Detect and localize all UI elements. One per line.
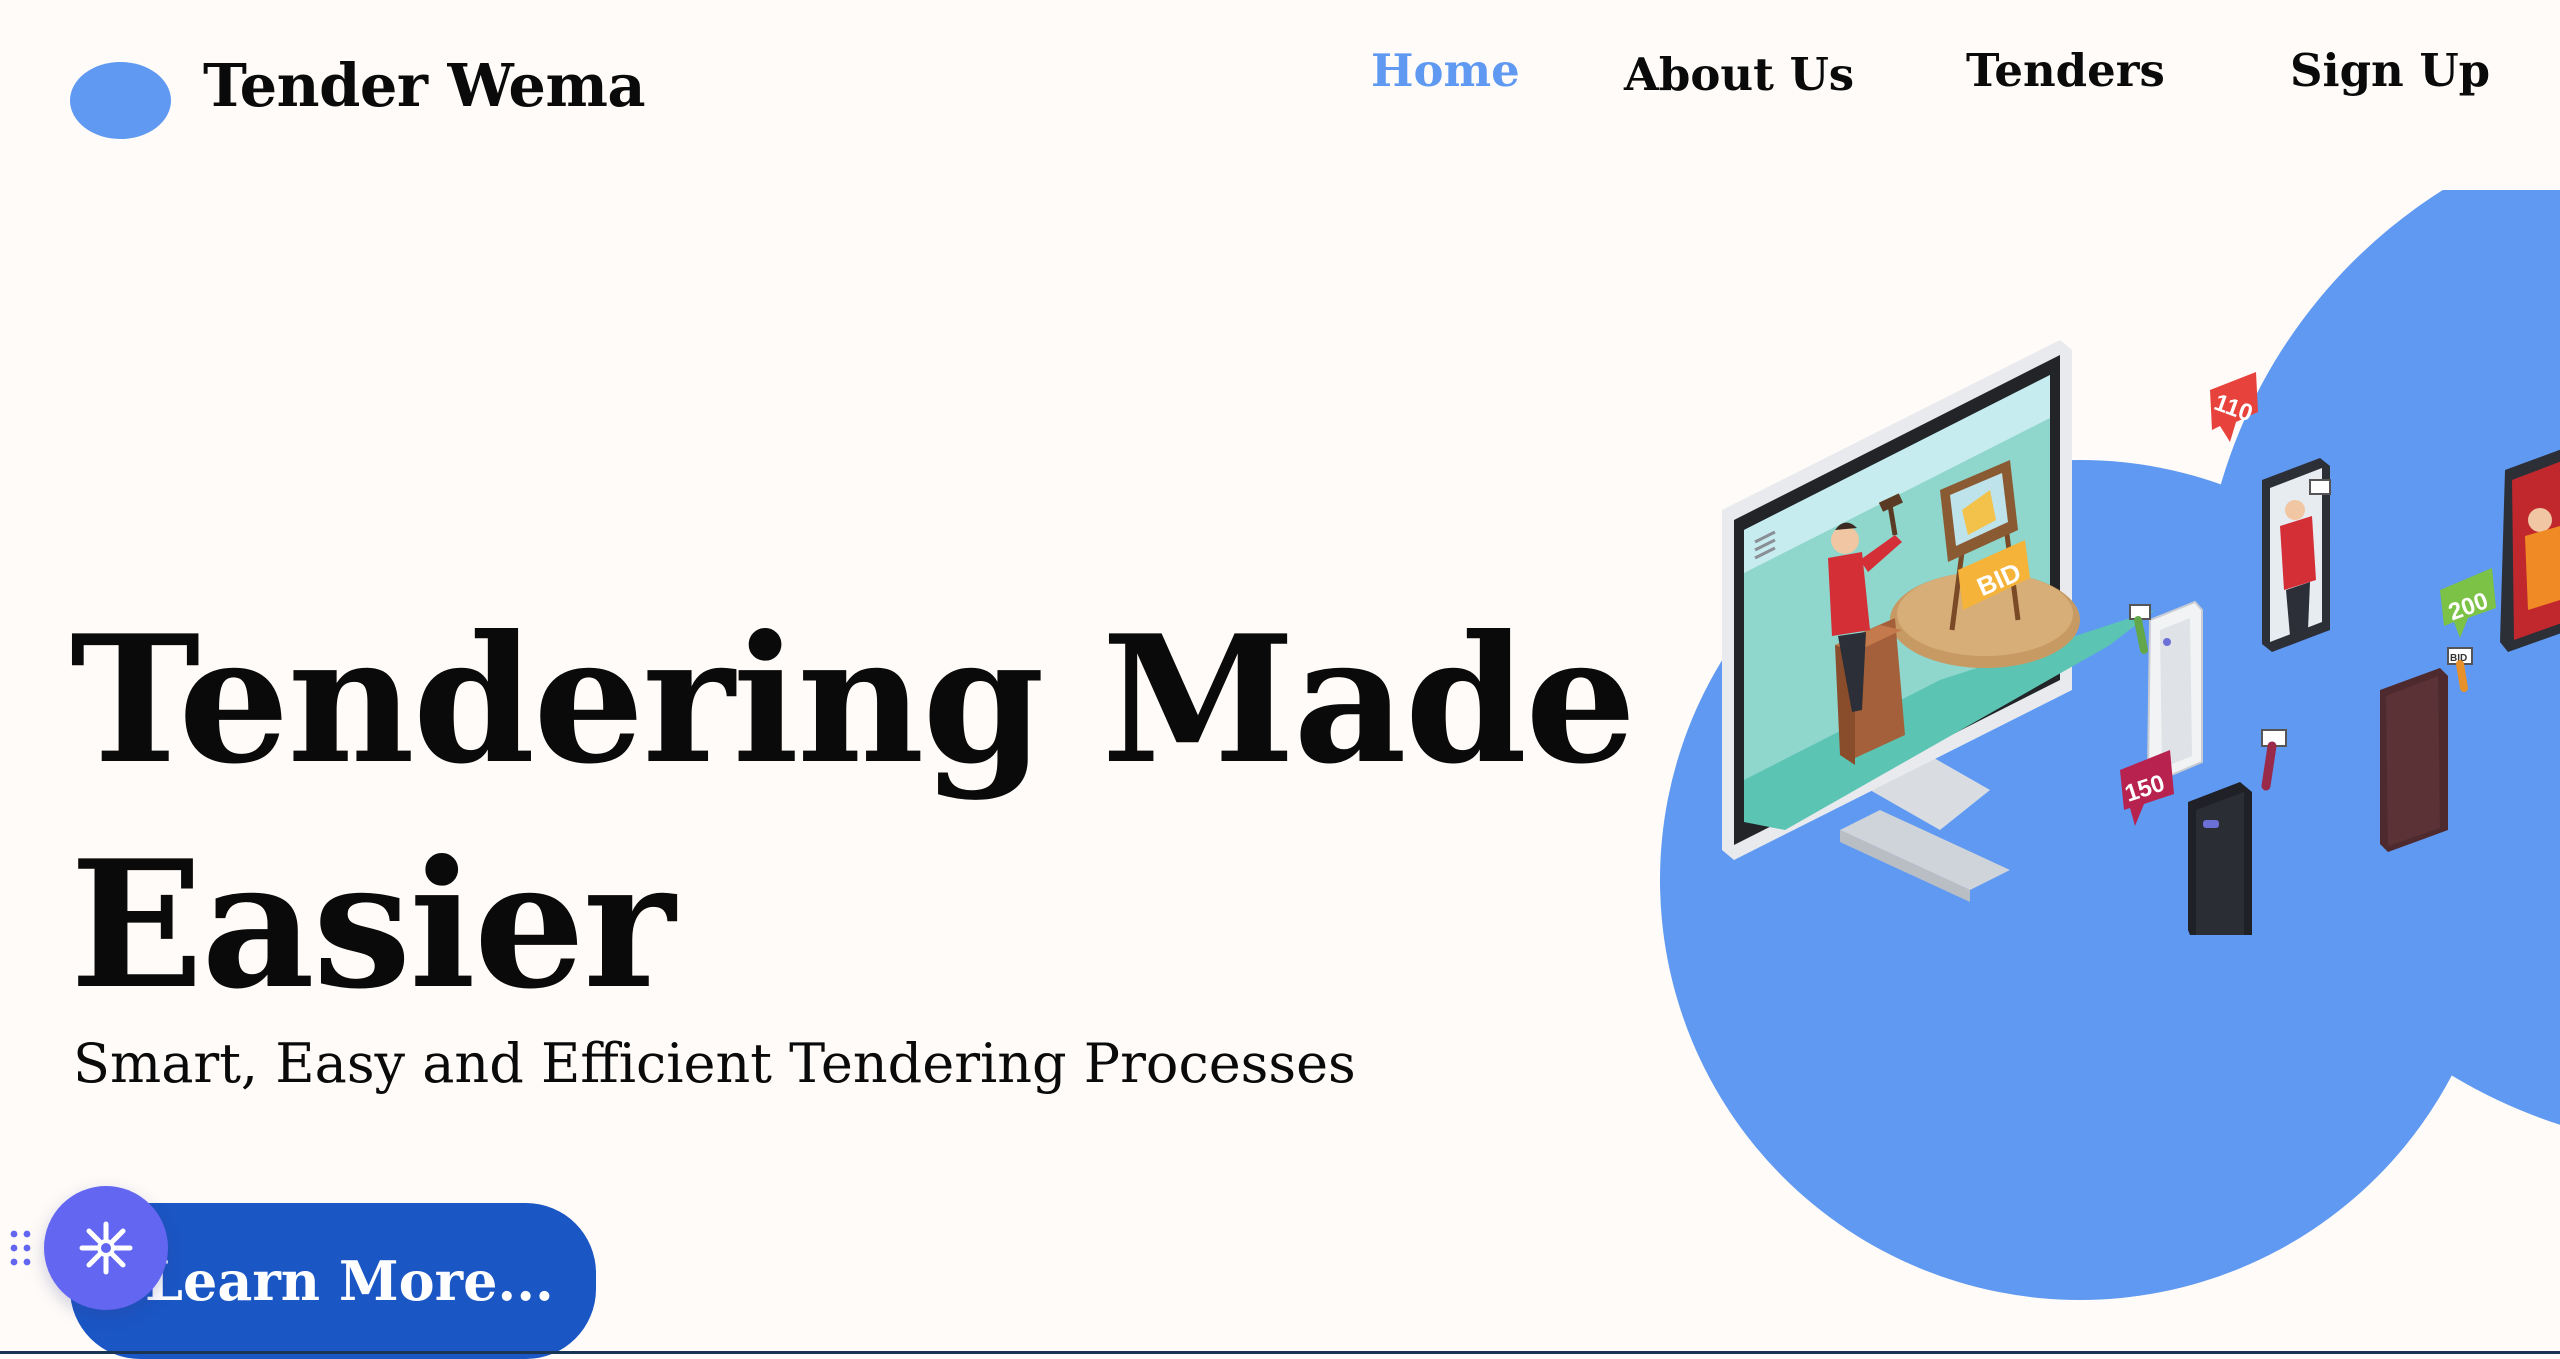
hero-title-line-2: Easier bbox=[70, 823, 675, 1028]
brand-name[interactable]: Tender Wema bbox=[203, 56, 646, 115]
sparkle-icon bbox=[79, 1221, 133, 1275]
drag-handle-icon[interactable] bbox=[8, 1228, 34, 1270]
nav-about-us[interactable]: About Us bbox=[1624, 52, 1854, 97]
hero-title-line-1: Tendering Made bbox=[70, 598, 1636, 803]
assistant-widget-button[interactable] bbox=[44, 1186, 168, 1310]
phone-person-icon bbox=[2262, 458, 2331, 652]
hero-illustration: BID 110 150 200 BID bbox=[1640, 190, 2560, 1310]
hero-subtitle: Smart, Easy and Efficient Tendering Proc… bbox=[73, 1032, 1356, 1095]
hero-title: Tendering Made Easier bbox=[70, 588, 1636, 1038]
nav-sign-up[interactable]: Sign Up bbox=[2290, 48, 2490, 93]
logo-icon[interactable] bbox=[70, 62, 171, 139]
phone-red-icon bbox=[2500, 449, 2560, 652]
nav-tenders[interactable]: Tenders bbox=[1966, 48, 2165, 93]
nav-home[interactable]: Home bbox=[1371, 48, 1520, 93]
